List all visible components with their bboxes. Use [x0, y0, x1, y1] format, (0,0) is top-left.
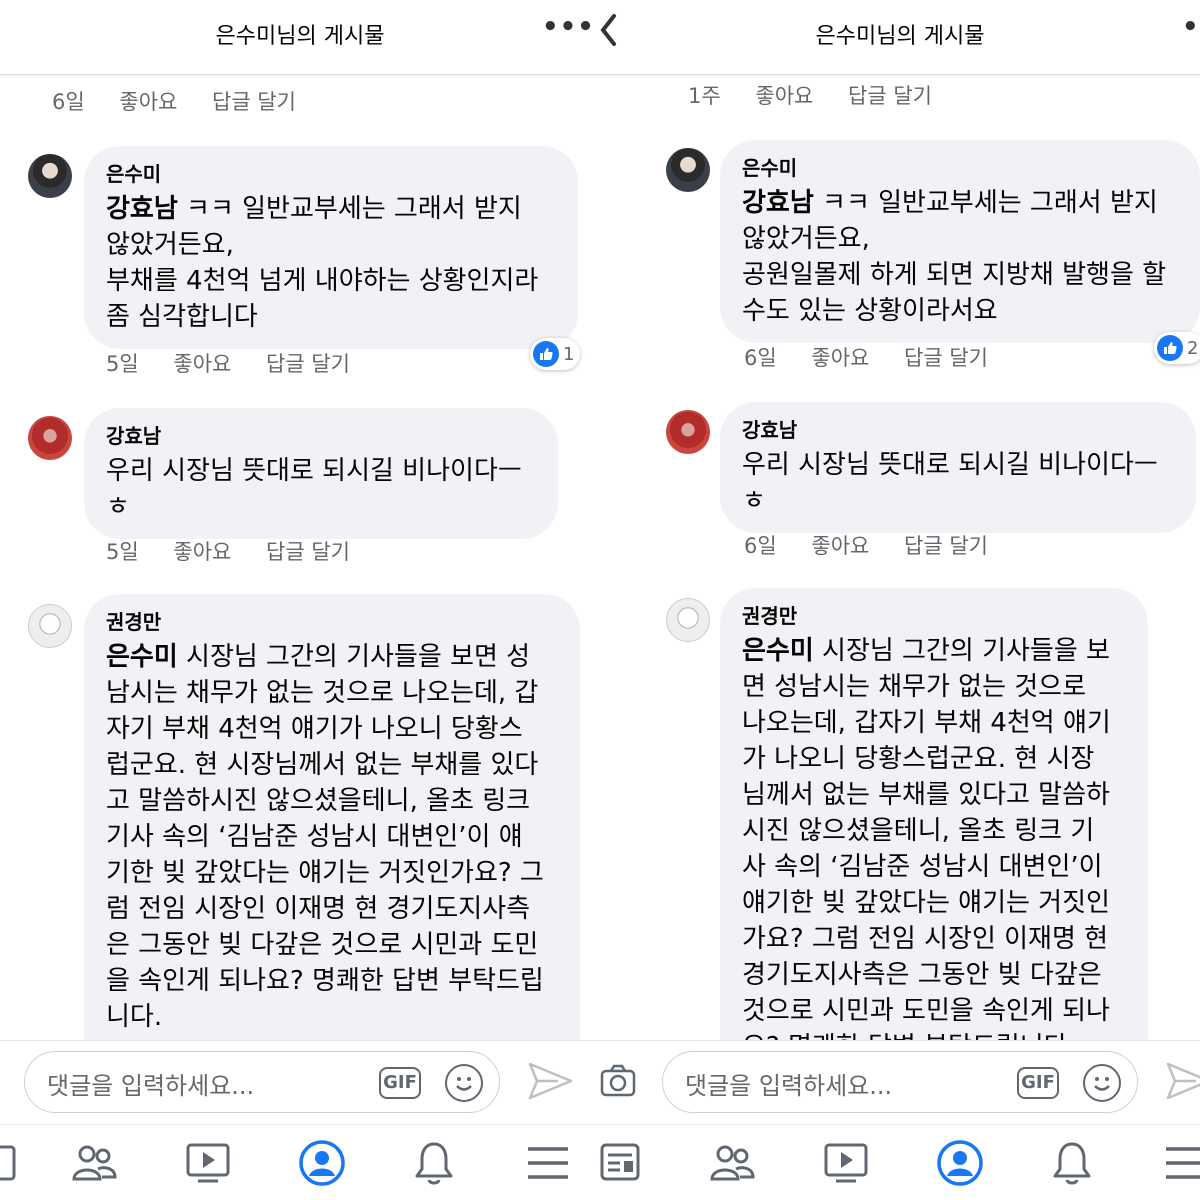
- comment-body: 시장님 그간의 기사들을 보면 성 남시는 채무가 없는 것으로 나오는데, 갑…: [106, 642, 544, 1032]
- emoji-icon[interactable]: [1083, 1064, 1121, 1102]
- menu-icon[interactable]: [1162, 1139, 1200, 1187]
- comment-time: 5일: [106, 352, 139, 376]
- comment-time: 6일: [52, 90, 85, 114]
- avatar[interactable]: [666, 598, 710, 642]
- news-feed-icon[interactable]: [600, 1139, 648, 1187]
- comment-time: 6일: [744, 534, 777, 558]
- comment-author[interactable]: 강효남: [106, 420, 536, 449]
- like-link[interactable]: 좋아요: [811, 346, 869, 370]
- bottom-tab-bar: [600, 1124, 1200, 1200]
- comment-text: 은수미 시장님 그간의 기사들을 보면 성 남시는 채무가 없는 것으로 나오는…: [106, 639, 558, 1035]
- like-link[interactable]: 좋아요: [173, 540, 231, 564]
- comment-meta: 6일 좋아요 답글 달기: [744, 342, 1016, 372]
- like-link[interactable]: 좋아요: [119, 90, 177, 114]
- avatar[interactable]: [28, 416, 72, 460]
- reaction-badge[interactable]: 1: [530, 338, 581, 370]
- comment-author[interactable]: 은수미: [106, 158, 556, 187]
- friends-icon[interactable]: [708, 1139, 756, 1187]
- comment-text: 은수미 시장님 그간의 기사들을 보 면 성남시는 채무가 없는 것으로 나오는…: [742, 633, 1126, 1040]
- notifications-icon[interactable]: [410, 1139, 458, 1187]
- more-icon[interactable]: •••: [1182, 12, 1200, 42]
- right-screenshot: 은수미님의 게시물 ••• 1주 좋아요 답글 달기 은수미 강효남 ㅋㅋ 일반…: [600, 0, 1200, 1200]
- post-header: 은수미님의 게시물 •••: [600, 0, 1200, 75]
- notifications-icon[interactable]: [1048, 1139, 1096, 1187]
- send-icon[interactable]: [528, 1061, 574, 1105]
- comments-list: 6일 좋아요 답글 달기 은수미 강효남 ㅋㅋ 일반교부세는 그래서 받지 않았…: [0, 76, 600, 1040]
- comment-bubble: 은수미 강효남 ㅋㅋ 일반교부세는 그래서 받지 않았거든요, 부채를 4천억 …: [84, 146, 578, 349]
- comment-text: 강효남 ㅋㅋ 일반교부세는 그래서 받지 않았거든요, 부채를 4천억 넘게 내…: [106, 191, 556, 335]
- reply-link[interactable]: 답글 달기: [212, 90, 296, 114]
- mention-link[interactable]: 은수미: [742, 636, 814, 666]
- comment-body: 시장님 그간의 기사들을 보 면 성남시는 채무가 없는 것으로 나오는데, 갑…: [742, 636, 1111, 1040]
- comment-time: 6일: [744, 346, 777, 370]
- watch-icon[interactable]: [184, 1139, 232, 1187]
- comment-input[interactable]: 댓글을 입력하세요... GIF: [662, 1051, 1138, 1113]
- avatar[interactable]: [28, 604, 72, 648]
- reaction-badge[interactable]: 2: [1154, 332, 1200, 364]
- like-link[interactable]: 좋아요: [811, 534, 869, 558]
- avatar[interactable]: [666, 410, 710, 454]
- reply-link[interactable]: 답글 달기: [266, 540, 350, 564]
- comment-bubble: 은수미 강효남 ㅋㅋ 일반교부세는 그래서 받지 않았거든요, 공원일몰제 하게…: [720, 140, 1200, 343]
- reply-link[interactable]: 답글 달기: [266, 352, 350, 376]
- comment-meta: 6일 좋아요 답글 달기: [744, 530, 1016, 560]
- comment-time: 5일: [106, 540, 139, 564]
- comment-input-placeholder: 댓글을 입력하세요...: [47, 1072, 255, 1100]
- comment-bubble: 권경만 은수미 시장님 그간의 기사들을 보 면 성남시는 채무가 없는 것으로…: [720, 588, 1148, 1040]
- reply-link[interactable]: 답글 달기: [848, 84, 932, 108]
- comment-author[interactable]: 권경만: [106, 606, 558, 635]
- post-header: 은수미님의 게시물 •••: [0, 0, 600, 75]
- mention-link[interactable]: 강효남: [106, 194, 178, 224]
- bottom-tab-bar: [0, 1124, 600, 1200]
- comment-meta: 1주 좋아요 답글 달기: [688, 80, 960, 110]
- comment-bubble: 강효남 우리 시장님 뜻대로 되시길 비나이다ㅡ ㅎ: [84, 408, 558, 539]
- comment-text: 강효남 ㅋㅋ 일반교부세는 그래서 받지 않았거든요, 공원일몰제 하게 되면 …: [742, 185, 1178, 329]
- watch-icon[interactable]: [822, 1139, 870, 1187]
- comment-composer: 댓글을 입력하세요... GIF: [600, 1040, 1200, 1124]
- comment-time: 1주: [688, 84, 721, 108]
- like-icon: [533, 341, 559, 367]
- news-feed-icon[interactable]: [0, 1139, 18, 1187]
- send-icon[interactable]: [1166, 1061, 1200, 1105]
- camera-icon[interactable]: [600, 1063, 636, 1103]
- comment-meta: 6일 좋아요 답글 달기: [52, 86, 324, 116]
- mention-link[interactable]: 은수미: [106, 642, 178, 672]
- friends-icon[interactable]: [70, 1139, 118, 1187]
- gif-icon[interactable]: GIF: [379, 1067, 421, 1099]
- comments-list: 1주 좋아요 답글 달기 은수미 강효남 ㅋㅋ 일반교부세는 그래서 받지 않았…: [600, 76, 1200, 1040]
- reaction-count: 1: [563, 343, 575, 365]
- left-screenshot: 은수미님의 게시물 ••• 6일 좋아요 답글 달기 은수미 강효남 ㅋㅋ 일반…: [0, 0, 600, 1200]
- reaction-count: 2: [1187, 337, 1199, 359]
- like-link[interactable]: 좋아요: [755, 84, 813, 108]
- comment-bubble: 권경만 은수미 시장님 그간의 기사들을 보면 성 남시는 채무가 없는 것으로…: [84, 594, 580, 1040]
- comment-input-placeholder: 댓글을 입력하세요...: [685, 1072, 893, 1100]
- comment-author[interactable]: 권경만: [742, 600, 1126, 629]
- comment-meta: 5일 좋아요 답글 달기: [106, 536, 378, 566]
- comment-composer: 댓글을 입력하세요... GIF: [0, 1040, 600, 1124]
- menu-icon[interactable]: [524, 1139, 572, 1187]
- mention-link[interactable]: 강효남: [742, 188, 814, 218]
- comment-input[interactable]: 댓글을 입력하세요... GIF: [24, 1051, 500, 1113]
- profile-icon[interactable]: [298, 1139, 346, 1187]
- avatar[interactable]: [666, 148, 710, 192]
- more-icon[interactable]: •••: [542, 12, 595, 42]
- like-link[interactable]: 좋아요: [173, 352, 231, 376]
- avatar[interactable]: [28, 154, 72, 198]
- comment-bubble: 강효남 우리 시장님 뜻대로 되시길 비나이다ㅡ ㅎ: [720, 402, 1196, 533]
- page-title: 은수미님의 게시물: [815, 24, 985, 49]
- reply-link[interactable]: 답글 달기: [904, 346, 988, 370]
- page-title: 은수미님의 게시물: [215, 24, 385, 49]
- comment-author[interactable]: 강효남: [742, 414, 1174, 443]
- comment-body: 우리 시장님 뜻대로 되시길 비나이다ㅡ ㅎ: [106, 456, 522, 522]
- like-icon: [1157, 335, 1183, 361]
- comment-meta: 5일 좋아요 답글 달기: [106, 348, 378, 378]
- comment-body: 우리 시장님 뜻대로 되시길 비나이다ㅡ ㅎ: [742, 450, 1158, 516]
- gif-icon[interactable]: GIF: [1017, 1067, 1059, 1099]
- reply-link[interactable]: 답글 달기: [904, 534, 988, 558]
- comment-author[interactable]: 은수미: [742, 152, 1178, 181]
- profile-icon[interactable]: [936, 1139, 984, 1187]
- emoji-icon[interactable]: [445, 1064, 483, 1102]
